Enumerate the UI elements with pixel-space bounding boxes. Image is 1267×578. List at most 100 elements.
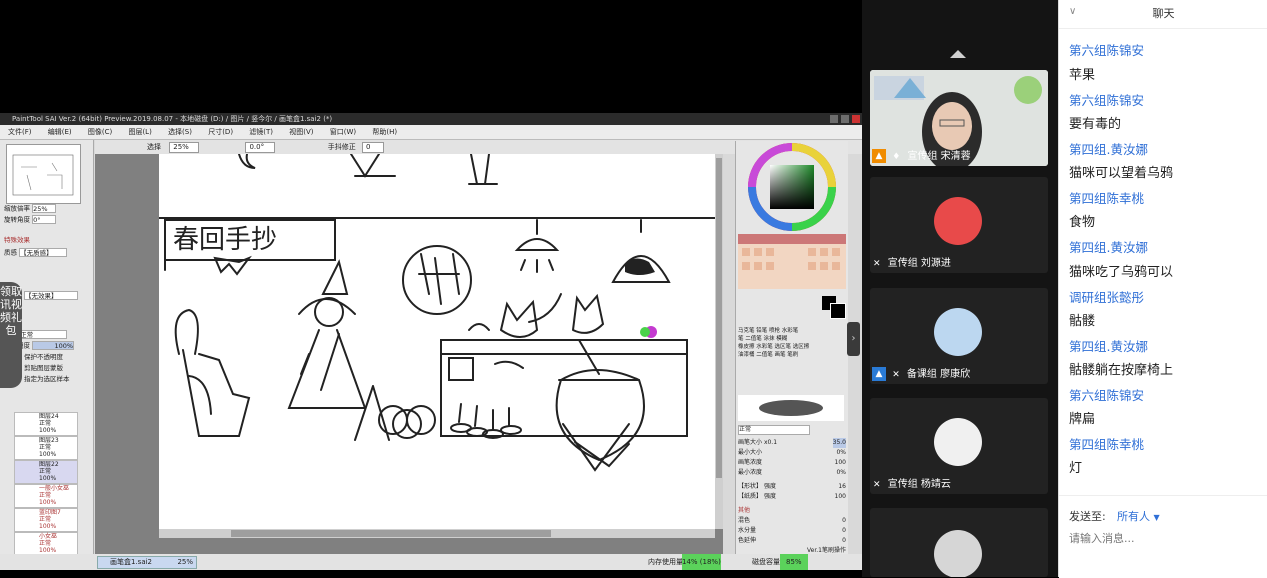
layer-name: 图层23	[39, 437, 59, 444]
menu-filter[interactable]: 滤镜(T)	[249, 128, 273, 136]
tool-blur[interactable]: 模糊	[776, 336, 787, 342]
min-size-value[interactable]: 0%	[836, 448, 846, 458]
mix-label: 混色	[738, 517, 751, 524]
menu-select[interactable]: 选择(S)	[168, 128, 192, 136]
canvas-drawing: 春回手抄	[158, 153, 716, 472]
blend-select[interactable]: 正常	[19, 330, 68, 339]
menu-window[interactable]: 窗口(W)	[330, 128, 356, 136]
angle-field[interactable]: 0.0°	[245, 141, 276, 153]
participant-group: 宣传组	[887, 258, 918, 269]
menu-help[interactable]: 帮助(H)	[372, 128, 397, 136]
paper-strength-value[interactable]: 100	[835, 492, 846, 502]
min-density-value[interactable]: 0%	[836, 468, 846, 478]
menu-edit[interactable]: 编辑(E)	[48, 128, 72, 136]
rotate-value[interactable]: 0°	[32, 215, 57, 224]
menu-size[interactable]: 尺寸(D)	[208, 128, 233, 136]
menu-file[interactable]: 文件(F)	[8, 128, 32, 136]
menu-view[interactable]: 视图(V)	[289, 128, 313, 136]
drawing-canvas[interactable]: 春回手抄	[158, 153, 716, 529]
tool-bucket[interactable]: 油漆桶	[738, 352, 755, 358]
texture-select[interactable]: 【无质感】	[19, 248, 68, 257]
message-sender: 第六组陈锦安	[1069, 93, 1145, 108]
hscroll-thumb[interactable]	[231, 530, 551, 537]
secondary-color-swatch[interactable]	[830, 303, 846, 319]
effects-section-label: 特殊效果	[4, 236, 30, 244]
layer-folder[interactable]: 小女巫 正常 100%	[14, 532, 78, 556]
shape-strength-value[interactable]: 16	[838, 482, 846, 492]
host-badge-icon: ▲	[872, 149, 886, 163]
layer-item[interactable]: 图层24 正常 100%	[14, 412, 78, 436]
collapse-chevron-icon[interactable]: ›	[847, 322, 860, 356]
color-wheel[interactable]	[746, 141, 838, 233]
participant-namebar: ▲ ♦ 宣传组 宋清蓉	[870, 148, 1048, 166]
sai-status-bar: 画笔盒1.sai2 25% 内存使用量 14% (18%) 磁盘容量 85%	[0, 554, 862, 570]
water-value[interactable]: 0	[842, 526, 846, 536]
tool-airbrush[interactable]: 喷枪	[769, 328, 780, 334]
tool-watercolor[interactable]: 水彩笔	[782, 328, 799, 334]
layer-item-selected[interactable]: 图层22 正常 100%	[14, 460, 78, 484]
navigator-thumbnail[interactable]	[6, 144, 81, 204]
color-tool-panel: 马克笔 铅笔 喷枪 水彩笔 笔 二值笔 涂抹 模糊 橡皮擦 水彩笔 选区笔 选区…	[735, 141, 848, 561]
mic-icon: ♦	[892, 152, 901, 162]
file-tab[interactable]: 画笔盒1.sai2 25%	[97, 556, 197, 569]
video-tile[interactable]	[870, 508, 1048, 577]
swatch-palette[interactable]	[738, 234, 846, 289]
zoom-field[interactable]: 25%	[169, 141, 200, 153]
canvas-vscroll[interactable]	[715, 154, 723, 529]
tool-watercolor-2[interactable]: 水彩笔	[756, 344, 773, 350]
layer-item[interactable]: 图层23 正常 100%	[14, 436, 78, 460]
video-tile[interactable]: ▲ ♦ 宣传组 宋清蓉	[870, 70, 1048, 166]
gift-banner[interactable]: 领取讯视频礼包	[0, 282, 22, 388]
minimize-button[interactable]	[830, 115, 838, 123]
tool-binary-2[interactable]: 二值笔	[756, 352, 773, 358]
menu-image[interactable]: 图像(C)	[88, 128, 112, 136]
tool-pencil[interactable]: 铅笔	[756, 328, 767, 334]
stabilizer-label: 手抖修正	[327, 143, 356, 151]
message-sender: 第六组陈锦安	[1069, 388, 1145, 403]
send-to-select[interactable]: 所有人 ▼	[1117, 508, 1160, 524]
tool-select-pen[interactable]: 选区笔	[775, 344, 792, 350]
close-button[interactable]	[852, 115, 860, 123]
effect-select[interactable]: 【无效果】	[24, 291, 78, 300]
tool-brush[interactable]: 画笔	[775, 352, 786, 358]
person-badge-icon: ▲	[872, 367, 886, 381]
tool-binary[interactable]: 二值笔	[745, 336, 762, 342]
extend-value[interactable]: 0	[842, 536, 846, 546]
brush-size-mult[interactable]: x0.1	[764, 439, 777, 446]
participant-group: 宣传组	[907, 151, 938, 162]
video-tile[interactable]: ▲ ✕ 备课组 廖康欣	[870, 288, 1048, 384]
mix-value[interactable]: 0	[842, 516, 846, 526]
tool-brush-2[interactable]: 笔刷	[787, 352, 798, 358]
maximize-button[interactable]	[841, 115, 849, 123]
tool-smudge[interactable]: 涂抹	[764, 336, 775, 342]
chat-panel: ∨ 聊天 第六组陈锦安 苹果 第六组陈锦安 要有毒的 第四组.黄汝娜 猫咪可以望…	[1058, 0, 1267, 578]
tool-eraser[interactable]: 橡皮擦	[738, 344, 755, 350]
video-tile[interactable]: ✕ 宣传组 杨靖云	[870, 398, 1048, 494]
rotate-label: 旋转角度	[4, 215, 30, 224]
tool-marker[interactable]: 马克笔	[738, 328, 755, 334]
video-tile[interactable]: ✕ 宣传组 刘源进	[870, 177, 1048, 273]
scroll-up-icon[interactable]	[950, 50, 966, 58]
menu-layer[interactable]: 图层(L)	[128, 128, 151, 136]
layer-folder[interactable]: 一般小女巫 正常 100%	[14, 484, 78, 508]
tool-select-eraser[interactable]: 选区擦	[793, 344, 810, 350]
chat-footer: 发送至: 所有人 ▼	[1059, 495, 1267, 578]
canvas-hscroll[interactable]	[159, 529, 715, 538]
memory-value: 14% (18%)	[682, 554, 721, 570]
chat-input[interactable]	[1067, 526, 1261, 550]
opacity-value[interactable]: 100%	[32, 341, 75, 350]
stabilizer-field[interactable]: 0	[361, 141, 384, 153]
density-value[interactable]: 100	[835, 458, 846, 468]
brush-blend-select[interactable]: 正常	[738, 425, 810, 435]
zoom-value[interactable]: 25%	[32, 204, 57, 213]
layer-opacity: 100%	[39, 523, 57, 530]
participant-name: 杨靖云	[920, 479, 951, 490]
tool-pen[interactable]: 笔	[738, 336, 744, 342]
vscroll-thumb[interactable]	[716, 158, 722, 478]
brush-size-value[interactable]: 35.0	[832, 438, 846, 448]
send-to-label: 发送至:	[1069, 510, 1106, 523]
memory-label: 内存使用量	[648, 558, 683, 566]
layer-mode: 正常	[39, 516, 52, 523]
layer-folder[interactable]: 蓝印图7 正常 100%	[14, 508, 78, 532]
texture-label: 质感	[4, 248, 17, 257]
